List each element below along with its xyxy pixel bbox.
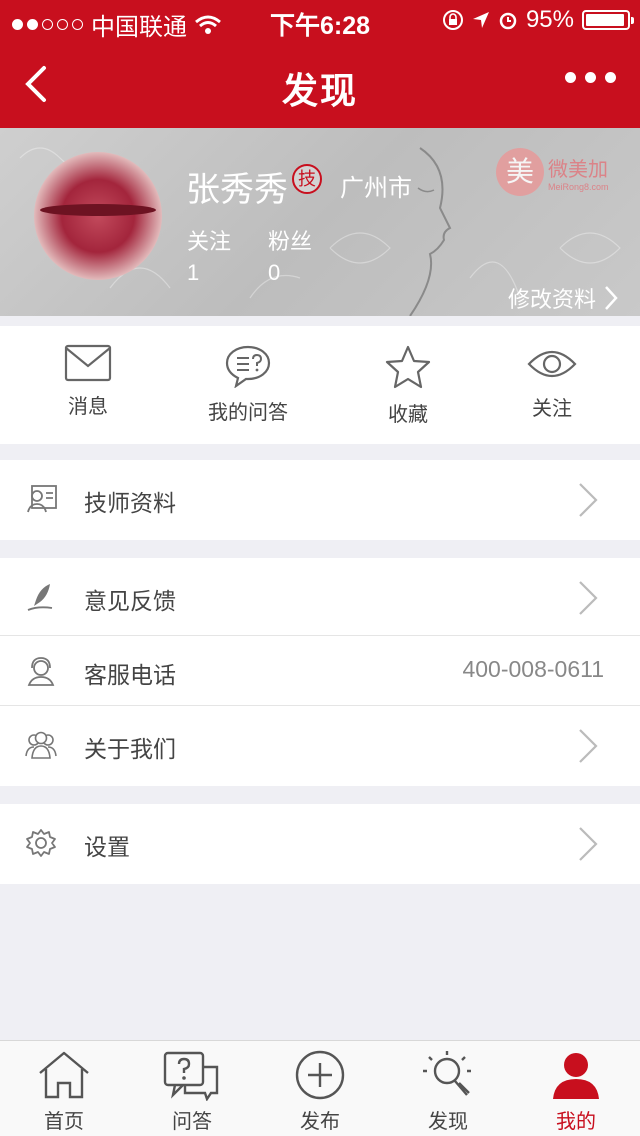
battery-level — [586, 14, 624, 26]
profile-name: 张秀秀 — [186, 171, 288, 209]
battery-percent: 95% — [525, 6, 574, 33]
menu-item-customer-service[interactable]: 客服电话 400-008-0611 — [0, 636, 640, 706]
top-bar: 中国联通 下午6:28 95% 发现 — [0, 0, 640, 128]
menu-item-label: 意见反馈 — [84, 588, 176, 614]
tab-home[interactable]: 首页 — [0, 1049, 128, 1134]
quill-icon — [27, 584, 53, 611]
status-right: 95% — [442, 6, 634, 34]
tab-label: 首页 — [44, 1111, 84, 1133]
tab-label: 发现 — [428, 1111, 468, 1133]
profile-city: 广州市 — [340, 175, 412, 202]
quick-action-label: 收藏 — [388, 404, 428, 426]
star-icon — [385, 345, 431, 389]
fans-count[interactable]: 0 — [268, 260, 280, 286]
technician-badge: 技 — [292, 164, 322, 194]
tab-discover[interactable]: 发现 — [384, 1049, 512, 1134]
logo-mark: 美 — [496, 148, 544, 196]
gear-icon — [26, 829, 56, 857]
quick-action-label: 关注 — [532, 398, 572, 420]
menu-item-label: 客服电话 — [84, 662, 176, 688]
quick-action-label: 消息 — [68, 396, 108, 418]
tab-publish[interactable]: 发布 — [256, 1049, 384, 1134]
fans-label[interactable]: 粉丝 — [268, 224, 312, 256]
logo-sub: MeiRong8.com — [548, 181, 609, 192]
logo-text: 微美加 — [548, 156, 608, 181]
customer-service-phone[interactable]: 400-008-0611 — [462, 656, 604, 683]
nav-bar: 发现 — [0, 40, 640, 128]
tab-label: 我的 — [556, 1111, 596, 1133]
location-arrow-icon — [472, 12, 489, 28]
edit-profile-label: 修改资料 — [507, 287, 596, 312]
tab-qa[interactable]: 问答 — [128, 1049, 256, 1134]
chat-bubble-icon — [225, 345, 271, 388]
alarm-icon — [499, 12, 517, 30]
lightbulb-icon — [423, 1051, 471, 1096]
menu-item-settings[interactable]: 设置 — [0, 804, 640, 884]
menu-item-label: 技师资料 — [84, 490, 176, 516]
people-icon — [25, 731, 57, 759]
menu-group-1: 技师资料 — [0, 460, 640, 540]
eye-icon — [527, 350, 577, 378]
quick-action-label: 我的问答 — [208, 402, 288, 424]
chevron-right-icon — [605, 286, 618, 310]
quick-actions: 消息 我的问答 收藏 关注 — [0, 326, 640, 444]
chevron-right-icon — [579, 483, 598, 517]
quick-action-my-qa[interactable]: 我的问答 — [168, 344, 328, 425]
chevron-right-icon — [579, 827, 598, 861]
quick-action-messages[interactable]: 消息 — [8, 344, 168, 419]
quick-action-following[interactable]: 关注 — [472, 344, 632, 421]
tab-mine[interactable]: 我的 — [512, 1049, 640, 1134]
follow-label[interactable]: 关注 — [187, 224, 231, 256]
tab-label: 发布 — [300, 1111, 340, 1133]
menu-group-2: 意见反馈 客服电话 400-008-0611 关于我们 — [0, 558, 640, 786]
edit-profile-link[interactable]: 修改资料 — [508, 282, 618, 314]
qa-icon — [163, 1051, 219, 1101]
chevron-right-icon — [579, 581, 598, 615]
menu-item-technician-info[interactable]: 技师资料 — [0, 460, 640, 540]
id-card-icon — [27, 485, 57, 513]
chevron-right-icon — [579, 729, 598, 763]
home-icon — [39, 1051, 89, 1099]
menu-item-about-us[interactable]: 关于我们 — [0, 706, 640, 786]
tab-label: 问答 — [172, 1111, 212, 1133]
quick-action-favorites[interactable]: 收藏 — [328, 344, 488, 427]
status-bar: 中国联通 下午6:28 95% — [0, 0, 640, 41]
plus-circle-icon — [295, 1050, 345, 1100]
menu-group-3: 设置 — [0, 804, 640, 884]
menu-item-label: 设置 — [84, 834, 130, 860]
profile-header: 张秀秀 技 广州市 关注 粉丝 1 0 美 微美加 MeiRong8.com 修… — [0, 128, 640, 316]
face-silhouette — [409, 147, 452, 316]
envelope-icon — [64, 344, 112, 382]
menu-item-label: 关于我们 — [84, 736, 176, 762]
rotation-lock-icon — [442, 10, 463, 30]
headset-icon — [27, 657, 55, 686]
battery-icon — [582, 10, 634, 30]
more-menu-icon[interactable] — [565, 72, 616, 83]
menu-item-feedback[interactable]: 意见反馈 — [0, 558, 640, 636]
page-title: 发现 — [281, 70, 358, 111]
follow-count[interactable]: 1 — [187, 260, 199, 286]
tab-bar: 首页 问答 发布 发现 我的 — [0, 1040, 640, 1136]
person-icon — [553, 1053, 599, 1099]
avatar[interactable] — [34, 152, 162, 280]
brand-logo: 美 微美加 MeiRong8.com — [496, 148, 609, 196]
